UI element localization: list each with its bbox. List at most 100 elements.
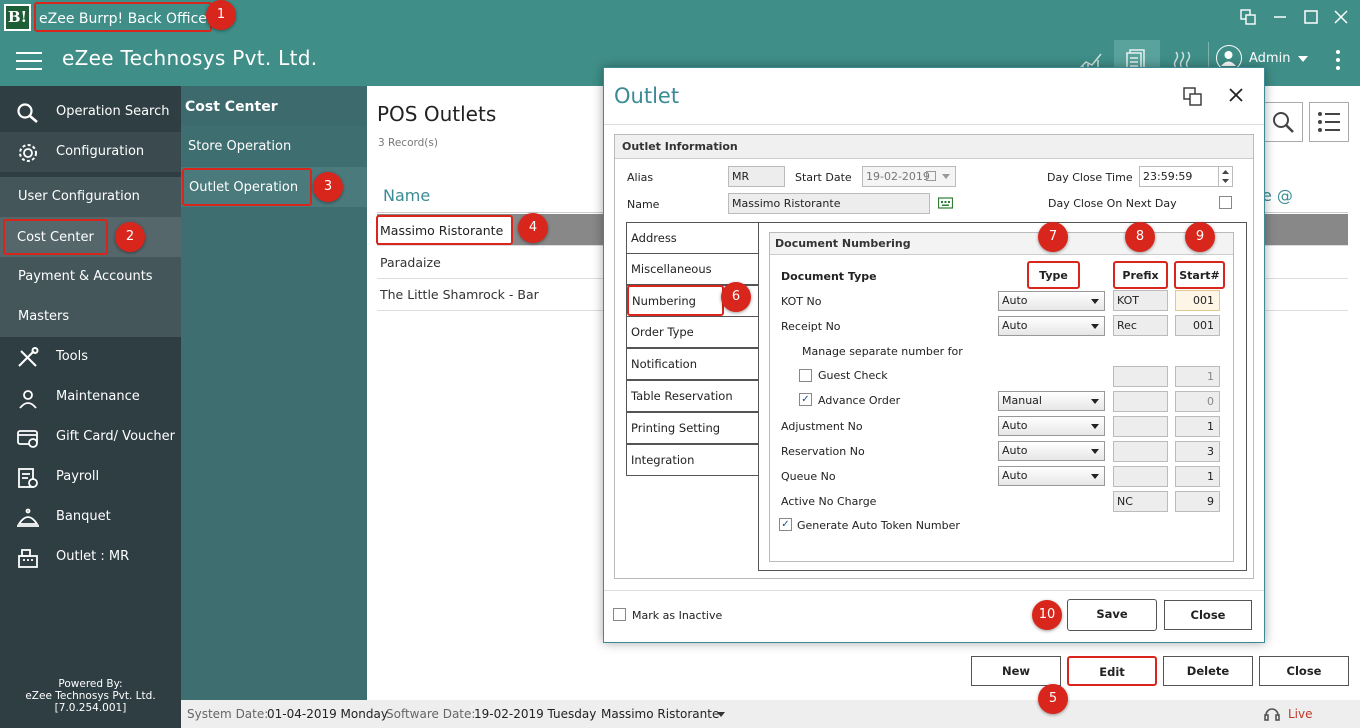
maximize-button[interactable] [1295,0,1327,34]
reservation-type-select[interactable]: Auto [998,441,1105,461]
adjustment-start-field[interactable]: 1 [1175,416,1220,437]
no-charge-prefix-field[interactable]: NC [1113,491,1168,512]
sidebar-item-operation-search[interactable]: Operation Search [0,92,181,132]
date-dropdown-icon[interactable] [942,174,950,179]
type-column-header: Type [1027,261,1080,289]
sidebar-item-outlet[interactable]: Outlet : MR [0,537,181,577]
prefix-column-header: Prefix [1113,261,1168,289]
kot-start-field[interactable]: 001 [1175,290,1220,311]
tab-miscellaneous[interactable]: Miscellaneous [626,253,759,285]
sidebar-item-maintenance[interactable]: Maintenance [0,377,181,417]
gift-card-icon [16,426,40,448]
user-dropdown-icon[interactable] [1298,56,1308,62]
adjustment-type-select[interactable]: Auto [998,416,1105,436]
sidebar-item-label: Operation Search [56,104,170,119]
advance-start-field[interactable]: 0 [1175,391,1220,412]
cost-center-title: Cost Center [181,86,367,126]
no-charge-start-field[interactable]: 9 [1175,491,1220,512]
name-field[interactable]: Massimo Ristorante [728,193,930,214]
outlet-information-header: Outlet Information [615,135,1253,159]
sidebar-item-gift-card[interactable]: Gift Card/ Voucher [0,417,181,457]
sidebar-item-payment-accounts[interactable]: Payment & Accounts [0,257,181,297]
new-button[interactable]: New [971,656,1061,686]
receipt-prefix-field[interactable]: Rec [1113,315,1168,336]
queue-type-value: Auto [1002,469,1028,482]
software-date-label: Software Date: [386,707,476,721]
live-support-link[interactable]: Live Support [1288,700,1360,728]
receipt-start-field[interactable]: 001 [1175,315,1220,336]
reservation-prefix-field[interactable] [1113,441,1168,462]
sidebar-item-tools[interactable]: Tools [0,337,181,377]
tab-printing-setting[interactable]: Printing Setting [626,412,759,444]
guest-check-checkbox[interactable] [799,369,812,382]
column-header-right[interactable]: e @ [1262,186,1293,205]
annotation-badge: 6 [721,282,751,312]
list-view-button[interactable] [1309,102,1349,142]
gear-icon [16,141,40,163]
close-window-button[interactable] [1325,0,1357,34]
sidebar-item-cost-center[interactable]: Cost Center [0,217,181,257]
reservation-start-field[interactable]: 3 [1175,441,1220,462]
tab-notification[interactable]: Notification [626,348,759,380]
sidebar-item-masters[interactable]: Masters [0,297,181,337]
start-date-field[interactable]: 19-02-2019 [862,166,956,187]
cost-center-item-store-operation[interactable]: Store Operation [181,127,367,167]
auto-token-checkbox[interactable]: ✓ [779,518,792,531]
powered-by: Powered By: eZee Technosys Pvt. Ltd. [7.… [0,678,181,714]
day-close-time-field[interactable]: 23:59:59 [1139,166,1233,187]
calendar-checkbox[interactable] [926,171,936,181]
adjustment-prefix-field[interactable] [1113,416,1168,437]
adjustment-label: Adjustment No [781,420,863,433]
sidebar-item-payroll[interactable]: Payroll [0,457,181,497]
save-button[interactable]: Save [1067,599,1157,631]
keyboard-icon[interactable] [937,196,954,210]
mark-inactive-checkbox[interactable] [613,608,626,621]
guest-start-field[interactable]: 1 [1175,366,1220,387]
dialog-close-icon[interactable] [1224,84,1248,108]
tab-order-type[interactable]: Order Type [626,316,759,348]
dialog-footer-divider [604,590,1264,591]
sidebar-item-configuration[interactable]: Configuration [0,132,181,172]
translate-icon[interactable] [1232,0,1264,34]
advance-type-select[interactable]: Manual [998,391,1105,411]
chevron-down-icon [1091,399,1099,404]
tab-integration[interactable]: Integration [626,444,759,476]
queue-start-field[interactable]: 1 [1175,466,1220,487]
cost-center-item-label: Outlet Operation [182,168,313,206]
sidebar-item-label: Payroll [56,469,100,484]
current-outlet[interactable]: Massimo Ristorante [601,700,719,728]
outlet-icon [16,546,40,568]
queue-label: Queue No [781,470,836,483]
receipt-type-select[interactable]: Auto [998,316,1105,336]
outlet-dropdown-icon[interactable] [717,712,725,717]
advance-prefix-field[interactable] [1113,391,1168,412]
column-header-name[interactable]: Name [383,186,430,205]
alias-label: Alias [627,171,654,184]
sidebar-item-user-configuration[interactable]: User Configuration [0,177,181,217]
sidebar-item-label: Maintenance [56,389,140,404]
advance-order-checkbox[interactable]: ✓ [799,393,812,406]
kot-prefix-field[interactable]: KOT [1113,290,1168,311]
close-button[interactable]: Close [1259,656,1349,686]
hamburger-menu-icon[interactable] [16,52,42,70]
queue-type-select[interactable]: Auto [998,466,1105,486]
more-vertical-icon[interactable] [1334,48,1342,72]
guest-prefix-field[interactable] [1113,366,1168,387]
alias-field[interactable]: MR [728,166,785,187]
search-button[interactable] [1263,102,1303,142]
kot-type-select[interactable]: Auto [998,291,1105,311]
delete-button[interactable]: Delete [1163,656,1253,686]
dialog-close-button[interactable]: Close [1164,600,1252,630]
sidebar-item-label: Tools [56,349,89,364]
queue-prefix-field[interactable] [1113,466,1168,487]
tab-address[interactable]: Address [626,222,759,254]
translate-icon[interactable] [1182,86,1204,108]
minimize-button[interactable] [1264,0,1296,34]
tab-table-reservation[interactable]: Table Reservation [626,380,759,412]
edit-button[interactable]: Edit [1067,656,1157,686]
sidebar-item-label: Outlet : MR [56,549,130,564]
time-spinner[interactable] [1218,167,1232,186]
annotation-badge: 1 [206,0,236,30]
day-close-next-checkbox[interactable] [1219,196,1232,209]
sidebar-item-banquet[interactable]: Banquet [0,497,181,537]
